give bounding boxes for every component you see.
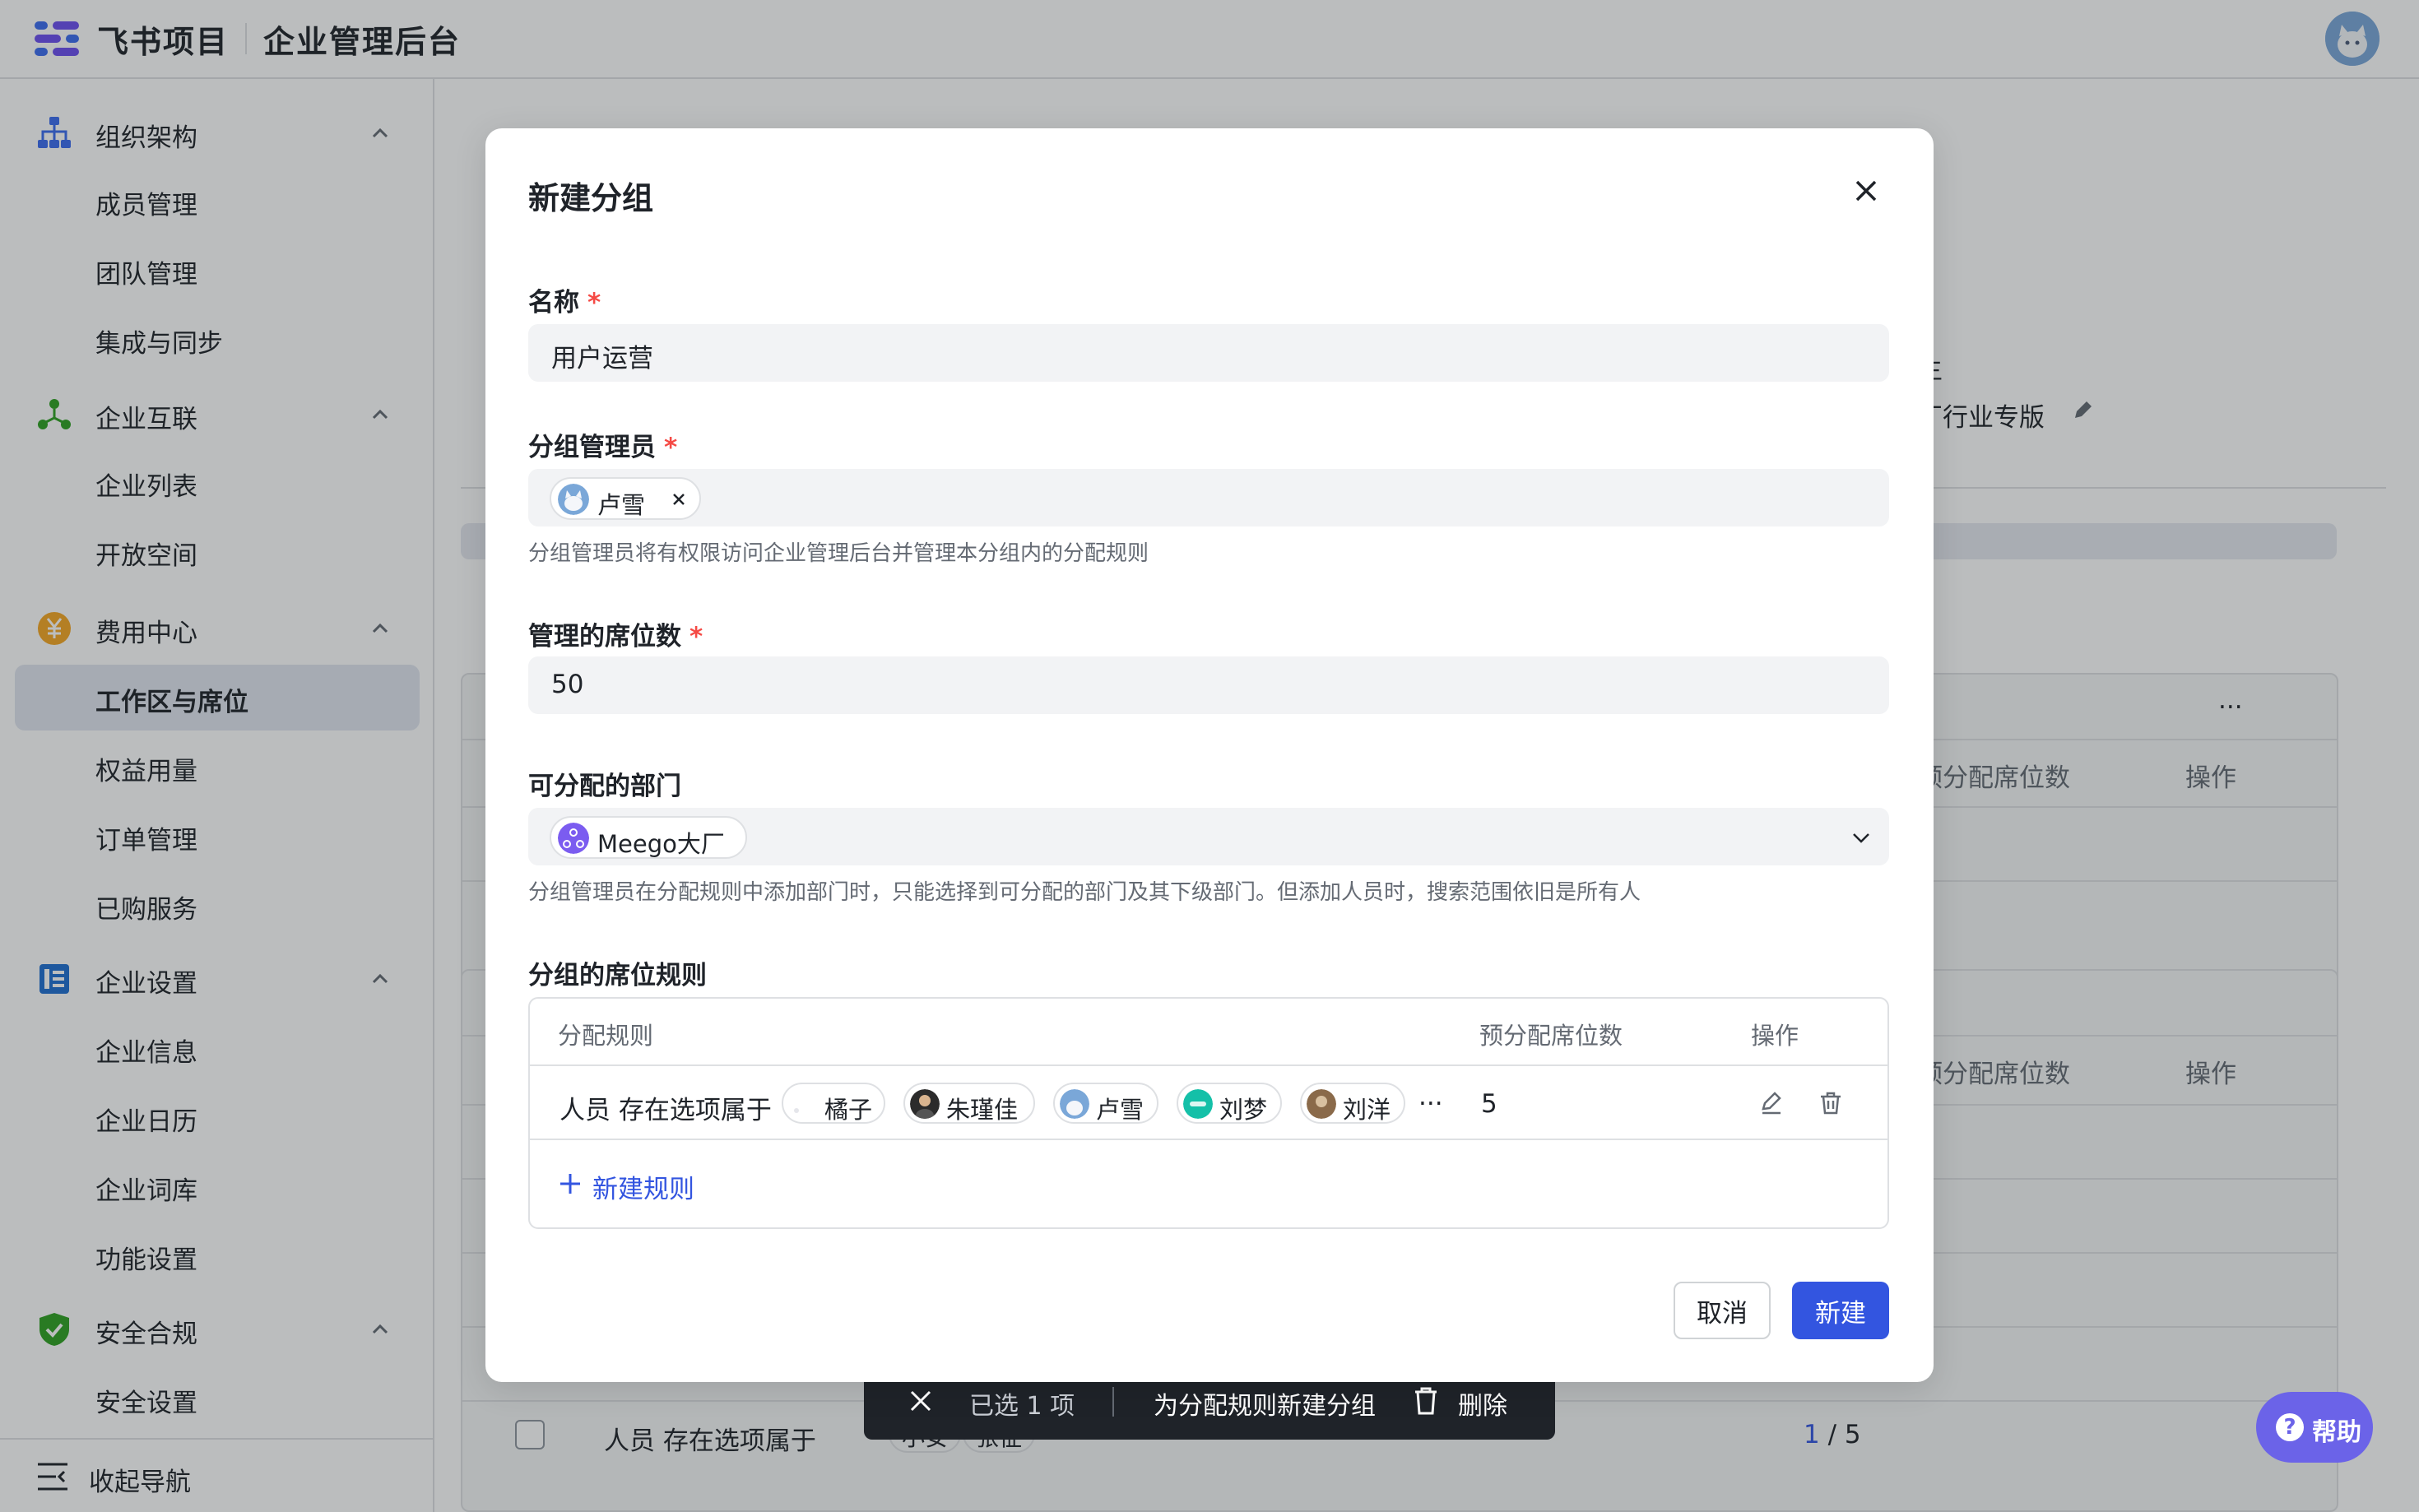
add-rule-label: 新建规则 xyxy=(592,1175,694,1204)
member-name: 橘子 xyxy=(824,1096,873,1124)
member-tag: 卢雪 xyxy=(1053,1083,1158,1124)
question-icon: ? xyxy=(2276,1413,2304,1441)
admin-tag: 卢雪 xyxy=(550,477,701,520)
admin-tag-name: 卢雪 xyxy=(597,491,646,519)
name-label-text: 名称 xyxy=(528,288,579,318)
name-input[interactable]: 用户运营 xyxy=(528,324,1889,382)
column-header-rule: 分配规则 xyxy=(558,1022,654,1050)
admin-hint: 分组管理员将有权限访问企业管理后台并管理本分组内的分配规则 xyxy=(528,541,1149,566)
row-divider xyxy=(530,1064,1887,1066)
column-header-seats: 预分配席位数 xyxy=(1479,1022,1623,1050)
close-icon[interactable] xyxy=(907,1387,935,1415)
dept-tag: Meego大厂 xyxy=(550,816,747,859)
more-members-icon[interactable]: ··· xyxy=(1418,1089,1443,1119)
photo-avatar-icon xyxy=(1307,1089,1336,1119)
help-button[interactable]: ? 帮助 xyxy=(2256,1392,2373,1463)
member-tag: 朱瑾佳 xyxy=(903,1083,1035,1124)
department-icon xyxy=(558,823,589,854)
preassigned-seats: 5 xyxy=(1481,1089,1497,1119)
dept-tag-name: Meego大厂 xyxy=(597,830,725,858)
rules-table: 分配规则 预分配席位数 操作 人员 存在选项属于 橘子 朱瑾佳 卢雪 刘梦 刘洋… xyxy=(528,997,1889,1229)
rule-text: 人员 存在选项属于 xyxy=(559,1096,772,1125)
dialog-title: 新建分组 xyxy=(528,180,654,216)
admin-select[interactable]: 卢雪 xyxy=(528,469,1889,526)
admin-label: 分组管理员 * xyxy=(528,426,677,463)
create-button[interactable]: 新建 xyxy=(1792,1282,1889,1339)
trash-icon[interactable] xyxy=(1818,1091,1843,1115)
member-tag: 刘洋 xyxy=(1300,1083,1405,1124)
name-label: 名称 * xyxy=(528,281,601,318)
seats-label: 管理的席位数 * xyxy=(528,615,703,652)
required-mark: * xyxy=(689,622,703,652)
portrait-avatar-icon xyxy=(910,1089,940,1119)
member-tag: 刘梦 xyxy=(1177,1083,1282,1124)
cancel-button[interactable]: 取消 xyxy=(1674,1282,1771,1339)
rules-label: 分组的席位规则 xyxy=(528,961,707,990)
member-tag: 橘子 xyxy=(782,1083,885,1124)
member-name: 卢雪 xyxy=(1096,1096,1144,1124)
delete-button[interactable]: 删除 xyxy=(1458,1385,1507,1422)
dept-label: 可分配的部门 xyxy=(528,772,681,801)
plus-icon xyxy=(560,1174,580,1194)
admin-label-text: 分组管理员 xyxy=(528,433,656,462)
close-icon[interactable] xyxy=(1853,178,1879,204)
chevron-down-icon[interactable] xyxy=(1850,826,1873,849)
dept-hint: 分组管理员在分配规则中添加部门时，只能选择到可分配的部门及其下级部门。但添加人员… xyxy=(528,880,1641,905)
remove-tag-icon[interactable] xyxy=(671,492,686,507)
cat-avatar-icon xyxy=(558,484,589,515)
trash-icon xyxy=(1415,1387,1437,1415)
column-header-ops: 操作 xyxy=(1751,1022,1799,1050)
seats-label-text: 管理的席位数 xyxy=(528,622,681,652)
name-input-value: 用户运营 xyxy=(551,344,653,373)
new-group-for-rule-button[interactable]: 为分配规则新建分组 xyxy=(1154,1385,1376,1422)
member-name: 朱瑾佳 xyxy=(946,1096,1019,1124)
seats-input-value: 50 xyxy=(551,670,584,699)
bar-divider xyxy=(1112,1387,1114,1417)
orange-avatar-icon xyxy=(788,1089,818,1119)
cat-avatar-icon xyxy=(1060,1089,1089,1119)
required-mark: * xyxy=(587,288,601,318)
row-divider xyxy=(530,1139,1887,1140)
member-name: 刘洋 xyxy=(1343,1096,1391,1124)
help-label: 帮助 xyxy=(2312,1418,2361,1447)
member-name: 刘梦 xyxy=(1219,1096,1268,1124)
seats-input[interactable]: 50 xyxy=(528,656,1889,714)
initials-avatar-icon xyxy=(1183,1089,1213,1119)
selected-count: 已选 1 项 xyxy=(969,1392,1075,1421)
required-mark: * xyxy=(664,433,678,462)
edit-pencil-icon[interactable] xyxy=(1759,1091,1784,1115)
dept-select[interactable]: Meego大厂 xyxy=(528,808,1889,865)
new-group-dialog: 新建分组 名称 * 用户运营 分组管理员 * 卢雪 分组管理员将有权限访问企业管理后… xyxy=(485,128,1934,1382)
